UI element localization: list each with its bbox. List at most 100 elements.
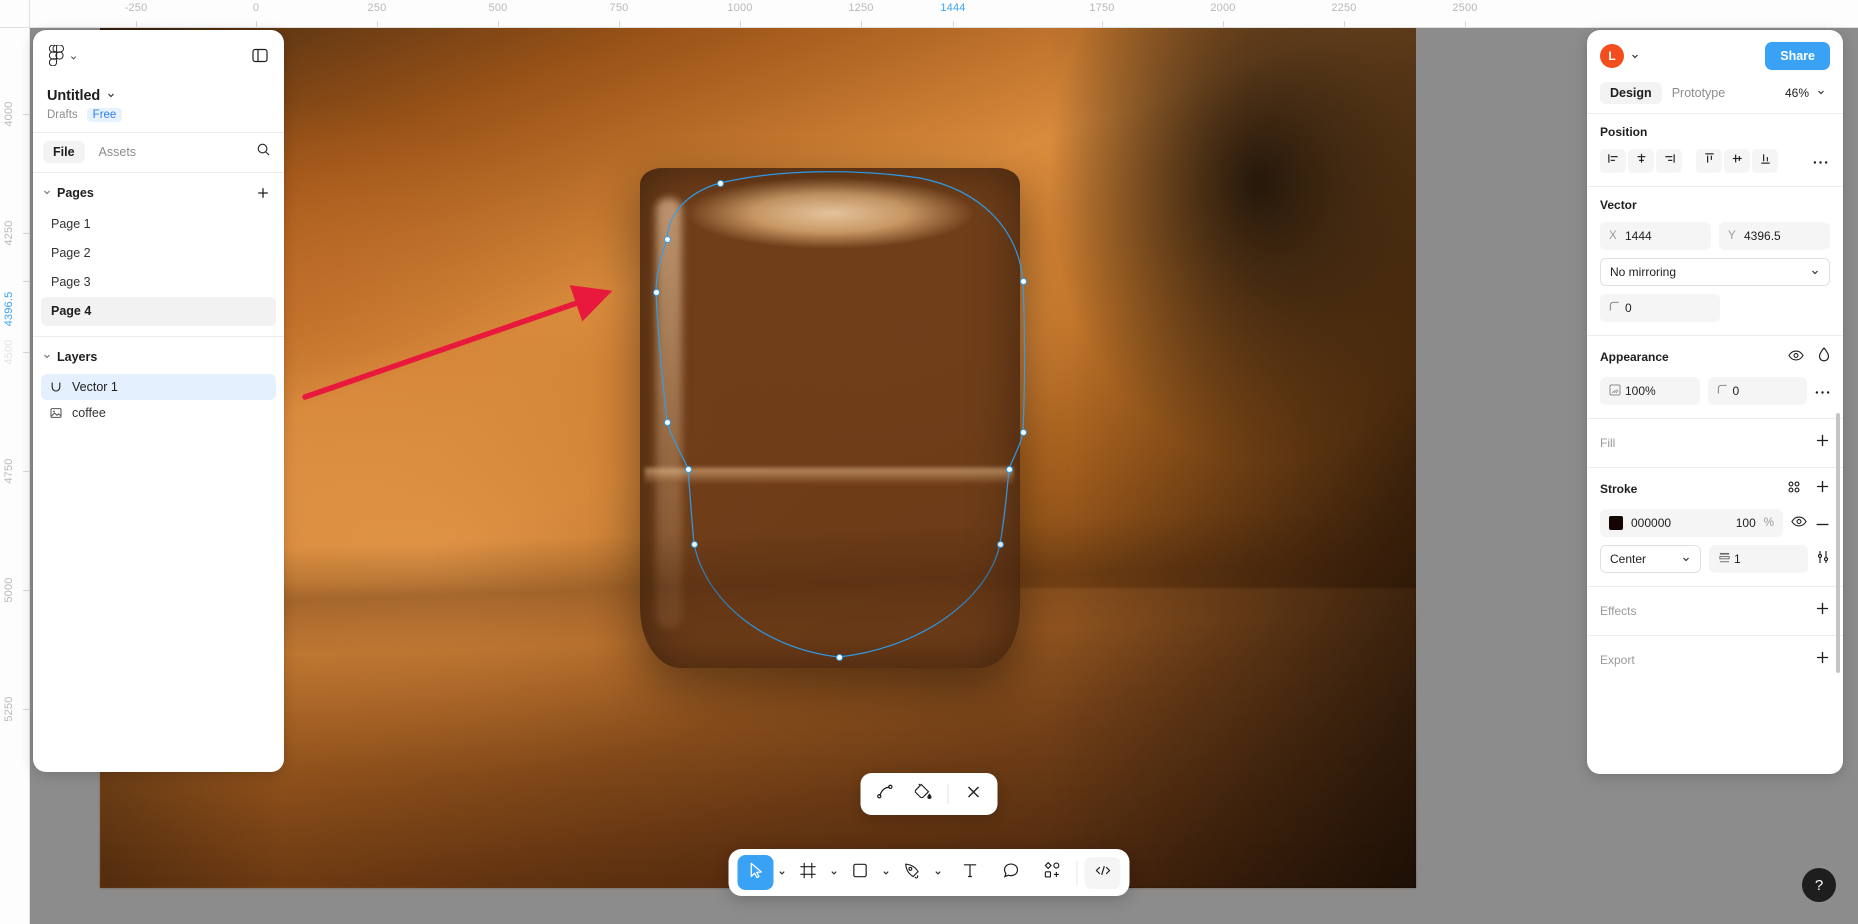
pen-icon <box>902 861 921 885</box>
tab-design[interactable]: Design <box>1600 82 1662 104</box>
align-vertical-center-button[interactable] <box>1724 149 1750 173</box>
move-tool-button[interactable] <box>737 855 774 890</box>
tab-assets[interactable]: Assets <box>89 141 147 163</box>
page-item[interactable]: Page 1 <box>41 210 276 239</box>
appearance-corner-input[interactable]: 0 <box>1707 377 1807 405</box>
appearance-more-button[interactable] <box>1815 382 1830 400</box>
path-vertex[interactable] <box>652 288 660 296</box>
path-vertex[interactable] <box>996 540 1004 548</box>
exit-edit-mode-button[interactable] <box>957 778 991 810</box>
align-bottom-button[interactable] <box>1752 149 1778 173</box>
align-horizontal-center-button[interactable] <box>1628 149 1654 173</box>
stroke-color-field[interactable]: 000000 100 % <box>1600 509 1783 537</box>
vertical-ruler[interactable]: 4000 4250 4396.5 4500 4750 5000 5250 <box>0 28 30 924</box>
corner-radius-input[interactable]: 0 <box>1600 294 1720 322</box>
vector-path-outline[interactable] <box>100 28 1416 888</box>
shape-tool-dropdown[interactable] <box>878 858 894 888</box>
layer-item-coffee[interactable]: coffee <box>41 400 276 426</box>
chevron-down-icon[interactable] <box>1630 51 1640 61</box>
opacity-input[interactable]: 100% <box>1600 377 1700 405</box>
stroke-style-button[interactable] <box>1787 480 1801 499</box>
comment-tool-button[interactable] <box>993 855 1029 890</box>
page-item[interactable]: Page 3 <box>41 268 276 297</box>
x-position-input[interactable]: X 1444 <box>1600 222 1711 250</box>
text-tool-button[interactable] <box>952 855 988 890</box>
align-top-button[interactable] <box>1696 149 1722 173</box>
path-vertex[interactable] <box>663 418 671 426</box>
paint-bucket-icon <box>913 782 932 806</box>
export-title: Export <box>1600 653 1635 667</box>
path-vertex[interactable] <box>1019 428 1027 436</box>
position-more-button[interactable] <box>1811 152 1830 170</box>
blend-mode-button[interactable] <box>1818 347 1830 367</box>
move-tool-dropdown[interactable] <box>774 858 790 888</box>
frame-tool-dropdown[interactable] <box>826 858 842 888</box>
frame-tool-button[interactable] <box>790 855 826 890</box>
paint-bucket-button[interactable] <box>906 778 940 810</box>
share-button[interactable]: Share <box>1765 42 1830 70</box>
bend-tool-button[interactable] <box>868 778 902 810</box>
page-item-active[interactable]: Page 4 <box>41 297 276 326</box>
ruler-tick <box>1344 21 1345 27</box>
ruler-label: 0 <box>252 2 260 14</box>
path-vertex[interactable] <box>835 653 843 661</box>
help-button[interactable]: ? <box>1802 868 1836 902</box>
left-panel-tabs: File Assets <box>33 132 284 173</box>
actions-tool-button[interactable] <box>1034 855 1070 890</box>
ruler-tick <box>861 21 862 27</box>
coffee-photo-layer[interactable] <box>100 28 1416 888</box>
path-vertex[interactable] <box>716 179 724 187</box>
remove-stroke-button[interactable] <box>1815 514 1830 532</box>
stroke-section: Stroke 000000 100 % Center 1 <box>1587 467 1843 586</box>
text-icon <box>960 861 979 885</box>
rectangle-icon <box>850 861 869 885</box>
pen-tool-dropdown[interactable] <box>930 858 946 888</box>
ruler-tick <box>1102 21 1103 27</box>
stroke-align-select[interactable]: Center <box>1600 545 1701 573</box>
file-title-row[interactable]: Untitled <box>47 87 270 105</box>
page-item[interactable]: Page 2 <box>41 239 276 268</box>
right-panel-scrollbar[interactable] <box>1836 413 1840 673</box>
stroke-weight-input[interactable]: 1 <box>1709 545 1808 573</box>
avatar[interactable]: L <box>1600 44 1624 68</box>
dev-mode-button[interactable] <box>1084 856 1121 889</box>
align-left-button[interactable] <box>1600 149 1626 173</box>
stroke-visibility-button[interactable] <box>1791 514 1807 532</box>
add-fill-button[interactable] <box>1815 433 1830 453</box>
pen-tool-button[interactable] <box>894 855 930 890</box>
tab-file[interactable]: File <box>43 141 85 163</box>
path-vertex[interactable] <box>684 465 692 473</box>
y-position-input[interactable]: Y 4396.5 <box>1719 222 1830 250</box>
ruler-label-active: 1444 <box>940 2 966 14</box>
sidebar-toggle-button[interactable] <box>250 46 270 70</box>
path-vertex[interactable] <box>1019 277 1027 285</box>
path-vertex[interactable] <box>1005 465 1013 473</box>
add-stroke-button[interactable] <box>1815 479 1830 499</box>
horizontal-ruler[interactable]: -250 0 250 500 750 1000 1250 1444 1750 2… <box>0 0 1858 28</box>
add-page-button[interactable] <box>254 184 272 202</box>
appearance-section: Appearance 100% 0 <box>1587 335 1843 418</box>
add-effect-button[interactable] <box>1815 601 1830 621</box>
visibility-toggle-button[interactable] <box>1788 348 1804 366</box>
chevron-down-icon <box>778 871 785 875</box>
plan-badge[interactable]: Free <box>86 108 123 122</box>
ruler-label: 500 <box>488 2 508 14</box>
stroke-advanced-button[interactable] <box>1816 550 1830 569</box>
zoom-control[interactable]: 46% <box>1785 84 1830 102</box>
path-vertex[interactable] <box>690 540 698 548</box>
color-swatch[interactable] <box>1609 516 1623 530</box>
add-export-button[interactable] <box>1815 650 1830 670</box>
path-vertex[interactable] <box>663 235 671 243</box>
file-location[interactable]: Drafts <box>47 109 78 121</box>
shape-tool-button[interactable] <box>842 855 878 890</box>
layer-item-vector-1[interactable]: Vector 1 <box>41 374 276 400</box>
search-button[interactable] <box>253 139 274 165</box>
align-horizontal-center-icon <box>1635 152 1648 170</box>
layers-section-header[interactable]: Layers <box>33 337 284 374</box>
pages-section-header[interactable]: Pages <box>33 173 284 210</box>
figma-logo-button[interactable] <box>47 43 80 73</box>
mirroring-select[interactable]: No mirroring <box>1600 258 1830 286</box>
align-right-button[interactable] <box>1656 149 1682 173</box>
tab-prototype[interactable]: Prototype <box>1662 82 1736 104</box>
table-surface <box>100 588 1416 888</box>
